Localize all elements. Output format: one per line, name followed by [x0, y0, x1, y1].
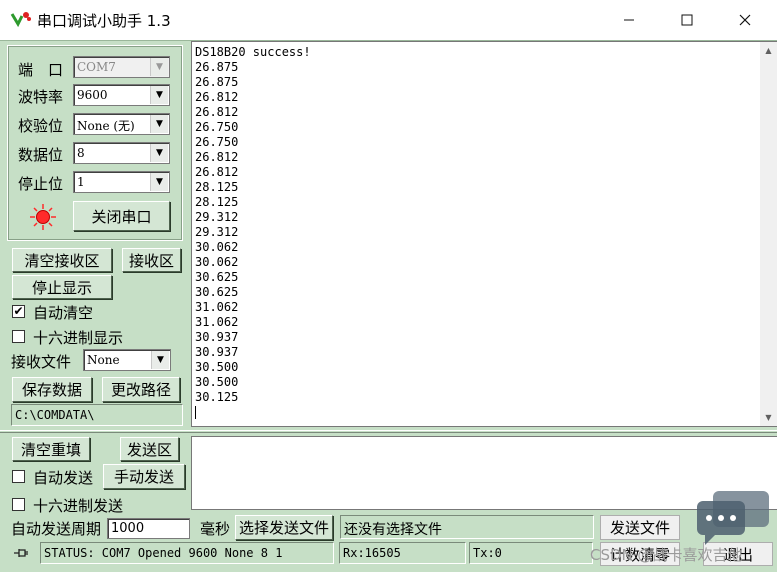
- receive-line: 30.625: [195, 270, 239, 284]
- port-select-value: COM7: [77, 60, 116, 74]
- app-icon: [10, 12, 31, 28]
- receive-line: 26.812: [195, 105, 239, 119]
- receive-file-select[interactable]: None ▼: [83, 349, 171, 371]
- hex-display-checkbox[interactable]: [12, 330, 25, 343]
- status-text: STATUS: COM7 Opened 9600 None 8 1: [40, 542, 334, 564]
- send-period-input[interactable]: 1000: [107, 518, 190, 539]
- receive-line: 30.062: [195, 240, 239, 254]
- receive-line: 26.812: [195, 165, 239, 179]
- send-area-button[interactable]: 发送区: [120, 437, 179, 461]
- port-label: 端 口: [18, 61, 64, 79]
- parity-label: 校验位: [18, 117, 64, 135]
- window-title: 串口调试小助手 1.3: [37, 12, 171, 30]
- receive-line: 28.125: [195, 180, 239, 194]
- parity-select-value: None (无): [77, 119, 135, 133]
- chevron-down-icon: ▼: [150, 58, 168, 76]
- close-icon[interactable]: [716, 0, 774, 40]
- receive-line: 31.062: [195, 300, 239, 314]
- receive-line: 26.812: [195, 150, 239, 164]
- stopbits-select[interactable]: 1 ▼: [73, 171, 170, 193]
- scroll-down-icon[interactable]: ▼: [760, 409, 777, 426]
- receive-line: 26.812: [195, 90, 239, 104]
- auto-clear-label: 自动清空: [33, 304, 94, 322]
- stop-display-button[interactable]: 停止显示: [12, 275, 112, 299]
- baud-select-value: 9600: [77, 88, 108, 102]
- receive-file-select-value: None: [87, 353, 120, 367]
- receive-line: 26.750: [195, 135, 239, 149]
- manual-send-button[interactable]: 手动发送: [103, 464, 185, 489]
- receive-line: 30.500: [195, 360, 239, 374]
- databits-select[interactable]: 8 ▼: [73, 142, 170, 164]
- chevron-down-icon: ▼: [150, 144, 168, 162]
- receive-line: 30.500: [195, 375, 239, 389]
- receive-line: 30.937: [195, 330, 239, 344]
- main-panel: 端 口 COM7 ▼ 波特率 9600 ▼ 校验位 None (无) ▼ 数据位…: [0, 40, 777, 572]
- receive-line: 29.312: [195, 225, 239, 239]
- receive-line: 30.125: [195, 390, 239, 404]
- stopbits-label: 停止位: [18, 175, 64, 193]
- send-text-area[interactable]: [191, 436, 777, 510]
- minimize-icon[interactable]: [600, 0, 658, 40]
- watermark-text: CSDN @战卡喜欢吉他: [590, 546, 743, 564]
- auto-clear-checkbox[interactable]: ✔: [12, 305, 25, 318]
- receive-line: 26.750: [195, 120, 239, 134]
- receive-line: 30.937: [195, 345, 239, 359]
- title-bar: 串口调试小助手 1.3: [0, 0, 777, 40]
- baud-label: 波特率: [18, 88, 64, 106]
- receive-line: 28.125: [195, 195, 239, 209]
- receive-line: 31.062: [195, 315, 239, 329]
- chat-bubble-icon: [697, 491, 769, 545]
- send-period-label: 自动发送周期: [11, 520, 102, 538]
- chevron-down-icon: ▼: [150, 173, 168, 191]
- pin-icon[interactable]: [13, 546, 29, 562]
- receive-scrollbar[interactable]: ▲ ▼: [760, 42, 777, 426]
- close-port-button[interactable]: 关闭串口: [73, 201, 170, 231]
- receive-line: DS18B20 success!: [195, 45, 311, 59]
- chevron-down-icon: ▼: [151, 351, 169, 369]
- chevron-down-icon: ▼: [150, 115, 168, 133]
- receive-file-label: 接收文件: [11, 353, 72, 371]
- chevron-down-icon: ▼: [150, 86, 168, 104]
- scroll-up-icon[interactable]: ▲: [760, 42, 777, 59]
- receive-text-area[interactable]: DS18B20 success! 26.875 26.875 26.812 26.812…: [191, 41, 777, 427]
- receive-line: 29.312: [195, 210, 239, 224]
- change-path-button[interactable]: 更改路径: [102, 377, 180, 402]
- rx-counter: Rx:16505: [339, 542, 466, 564]
- parity-select[interactable]: None (无) ▼: [73, 113, 170, 135]
- splitter[interactable]: [0, 430, 777, 433]
- status-led-icon: [30, 204, 56, 230]
- databits-select-value: 8: [77, 146, 85, 160]
- maximize-icon[interactable]: [658, 0, 716, 40]
- port-select[interactable]: COM7 ▼: [73, 56, 170, 78]
- receive-line: 26.875: [195, 60, 239, 74]
- receive-line: 26.875: [195, 75, 239, 89]
- save-path-field: C:\COMDATA\: [11, 404, 183, 426]
- send-period-unit: 毫秒: [200, 520, 231, 538]
- hex-display-label: 十六进制显示: [33, 329, 124, 347]
- tx-counter: Tx:0: [469, 542, 593, 564]
- select-send-file-button[interactable]: 选择发送文件: [235, 515, 333, 540]
- receive-line: 30.062: [195, 255, 239, 269]
- hex-send-checkbox[interactable]: [12, 498, 25, 511]
- hex-send-label: 十六进制发送: [33, 497, 124, 515]
- text-caret: [195, 405, 311, 420]
- save-data-button[interactable]: 保存数据: [12, 377, 92, 402]
- send-file-button[interactable]: 发送文件: [600, 515, 680, 540]
- auto-send-checkbox[interactable]: [12, 470, 25, 483]
- receive-area-button[interactable]: 接收区: [122, 248, 181, 272]
- databits-label: 数据位: [18, 146, 64, 164]
- clear-receive-button[interactable]: 清空接收区: [12, 248, 112, 272]
- receive-line: 30.625: [195, 285, 239, 299]
- stopbits-select-value: 1: [77, 175, 85, 189]
- clear-send-button[interactable]: 清空重填: [12, 437, 90, 461]
- file-status-field: 还没有选择文件: [340, 515, 594, 539]
- auto-send-label: 自动发送: [33, 469, 94, 487]
- receive-content: DS18B20 success! 26.875 26.875 26.812 26.812…: [195, 45, 311, 420]
- baud-select[interactable]: 9600 ▼: [73, 84, 170, 106]
